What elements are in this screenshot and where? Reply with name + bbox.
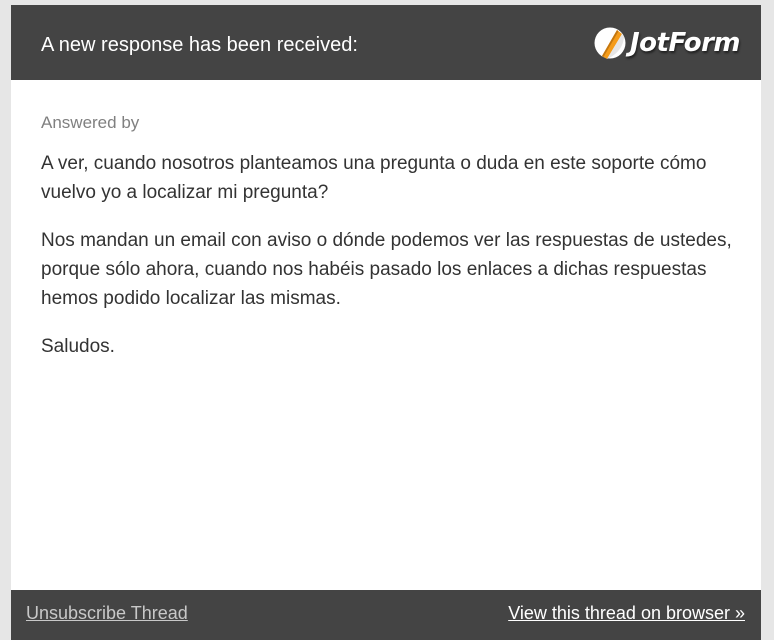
- view-thread-browser-link[interactable]: View this thread on browser »: [508, 602, 745, 624]
- message-paragraph: Nos mandan un email con aviso o dónde po…: [41, 230, 732, 309]
- header-title: A new response has been received:: [41, 34, 358, 56]
- logo-text: JotForm: [630, 28, 740, 58]
- jotform-logo: JotForm: [593, 26, 740, 60]
- email-footer: Unsubscribe Thread View this thread on b…: [11, 590, 761, 640]
- jotform-pencil-icon: [594, 27, 626, 59]
- unsubscribe-thread-link[interactable]: Unsubscribe Thread: [26, 602, 188, 624]
- message-paragraph: A ver, cuando nosotros planteamos una pr…: [41, 153, 707, 203]
- answered-by-label: Answered by: [41, 113, 140, 132]
- email-body: Answered by A ver, cuando nosotros plant…: [41, 112, 736, 380]
- email-header: A new response has been received: JotFor…: [11, 5, 761, 80]
- email-card: A new response has been received: JotFor…: [11, 5, 761, 640]
- message-paragraph: Saludos.: [41, 336, 115, 357]
